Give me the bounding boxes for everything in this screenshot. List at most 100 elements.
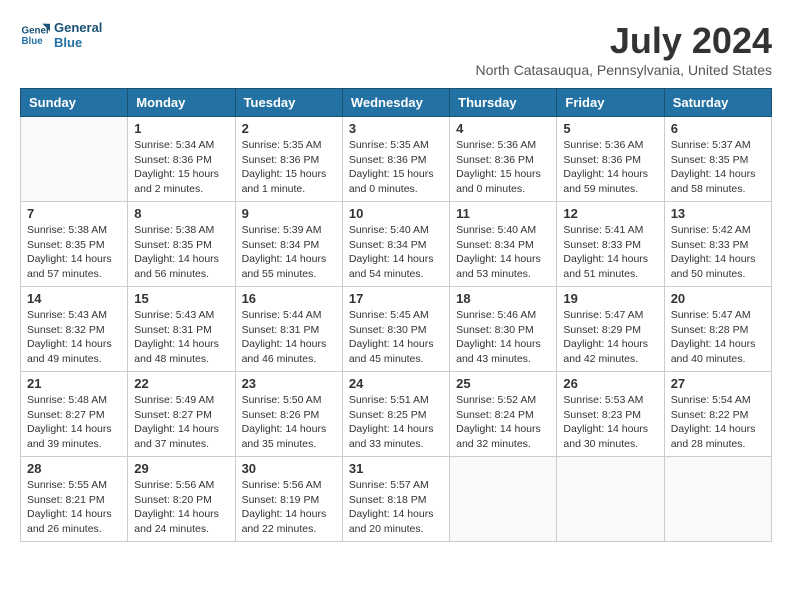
day-info: Sunrise: 5:35 AMSunset: 8:36 PMDaylight:…: [242, 138, 336, 197]
calendar-cell: 11 Sunrise: 5:40 AMSunset: 8:34 PMDayligh…: [450, 202, 557, 287]
day-info: Sunrise: 5:40 AMSunset: 8:34 PMDaylight:…: [456, 223, 550, 282]
day-number: 26: [563, 376, 657, 391]
day-info: Sunrise: 5:57 AMSunset: 8:18 PMDaylight:…: [349, 478, 443, 537]
day-number: 19: [563, 291, 657, 306]
day-info: Sunrise: 5:52 AMSunset: 8:24 PMDaylight:…: [456, 393, 550, 452]
day-info: Sunrise: 5:38 AMSunset: 8:35 PMDaylight:…: [134, 223, 228, 282]
page-header: General Blue General Blue July 2024 Nort…: [20, 20, 772, 78]
calendar-cell: 31 Sunrise: 5:57 AMSunset: 8:18 PMDayligh…: [342, 457, 449, 542]
week-row-5: 28 Sunrise: 5:55 AMSunset: 8:21 PMDayligh…: [21, 457, 772, 542]
day-number: 11: [456, 206, 550, 221]
calendar-cell: 1 Sunrise: 5:34 AMSunset: 8:36 PMDaylight…: [128, 117, 235, 202]
day-info: Sunrise: 5:43 AMSunset: 8:32 PMDaylight:…: [27, 308, 121, 367]
day-info: Sunrise: 5:34 AMSunset: 8:36 PMDaylight:…: [134, 138, 228, 197]
day-number: 2: [242, 121, 336, 136]
calendar-cell: [21, 117, 128, 202]
day-number: 31: [349, 461, 443, 476]
day-info: Sunrise: 5:39 AMSunset: 8:34 PMDaylight:…: [242, 223, 336, 282]
day-info: Sunrise: 5:42 AMSunset: 8:33 PMDaylight:…: [671, 223, 765, 282]
calendar-cell: 12 Sunrise: 5:41 AMSunset: 8:33 PMDayligh…: [557, 202, 664, 287]
day-info: Sunrise: 5:36 AMSunset: 8:36 PMDaylight:…: [456, 138, 550, 197]
calendar-cell: 23 Sunrise: 5:50 AMSunset: 8:26 PMDayligh…: [235, 372, 342, 457]
day-number: 25: [456, 376, 550, 391]
day-info: Sunrise: 5:43 AMSunset: 8:31 PMDaylight:…: [134, 308, 228, 367]
day-number: 6: [671, 121, 765, 136]
day-number: 7: [27, 206, 121, 221]
logo-subtext: Blue: [54, 35, 102, 50]
day-info: Sunrise: 5:37 AMSunset: 8:35 PMDaylight:…: [671, 138, 765, 197]
day-number: 23: [242, 376, 336, 391]
week-row-3: 14 Sunrise: 5:43 AMSunset: 8:32 PMDayligh…: [21, 287, 772, 372]
day-info: Sunrise: 5:41 AMSunset: 8:33 PMDaylight:…: [563, 223, 657, 282]
day-number: 17: [349, 291, 443, 306]
location-subtitle: North Catasauqua, Pennsylvania, United S…: [475, 62, 772, 78]
day-info: Sunrise: 5:48 AMSunset: 8:27 PMDaylight:…: [27, 393, 121, 452]
calendar-cell: 26Sunrise: 5:53 AMSunset: 8:23 PMDayligh…: [557, 372, 664, 457]
calendar-cell: [664, 457, 771, 542]
title-block: July 2024 North Catasauqua, Pennsylvania…: [475, 20, 772, 78]
day-number: 14: [27, 291, 121, 306]
column-header-monday: Monday: [128, 89, 235, 117]
day-number: 8: [134, 206, 228, 221]
calendar-cell: 28 Sunrise: 5:55 AMSunset: 8:21 PMDayligh…: [21, 457, 128, 542]
day-info: Sunrise: 5:51 AMSunset: 8:25 PMDaylight:…: [349, 393, 443, 452]
calendar-cell: 20Sunrise: 5:47 AMSunset: 8:28 PMDayligh…: [664, 287, 771, 372]
calendar-cell: 15Sunrise: 5:43 AMSunset: 8:31 PMDayligh…: [128, 287, 235, 372]
logo: General Blue General Blue: [20, 20, 102, 50]
day-number: 18: [456, 291, 550, 306]
day-number: 13: [671, 206, 765, 221]
column-header-friday: Friday: [557, 89, 664, 117]
day-info: Sunrise: 5:50 AMSunset: 8:26 PMDaylight:…: [242, 393, 336, 452]
calendar-cell: [450, 457, 557, 542]
calendar-cell: [557, 457, 664, 542]
calendar-cell: 19 Sunrise: 5:47 AMSunset: 8:29 PMDayligh…: [557, 287, 664, 372]
calendar-table: SundayMondayTuesdayWednesdayThursdayFrid…: [20, 88, 772, 542]
calendar-cell: 24Sunrise: 5:51 AMSunset: 8:25 PMDayligh…: [342, 372, 449, 457]
calendar-cell: 17 Sunrise: 5:45 AMSunset: 8:30 PMDayligh…: [342, 287, 449, 372]
column-header-wednesday: Wednesday: [342, 89, 449, 117]
calendar-cell: 3Sunrise: 5:35 AMSunset: 8:36 PMDaylight…: [342, 117, 449, 202]
day-info: Sunrise: 5:54 AMSunset: 8:22 PMDaylight:…: [671, 393, 765, 452]
day-number: 1: [134, 121, 228, 136]
day-number: 21: [27, 376, 121, 391]
day-number: 9: [242, 206, 336, 221]
calendar-cell: 14 Sunrise: 5:43 AMSunset: 8:32 PMDayligh…: [21, 287, 128, 372]
svg-text:General: General: [22, 26, 51, 37]
calendar-cell: 8 Sunrise: 5:38 AMSunset: 8:35 PMDaylight…: [128, 202, 235, 287]
column-header-saturday: Saturday: [664, 89, 771, 117]
day-number: 12: [563, 206, 657, 221]
day-info: Sunrise: 5:56 AMSunset: 8:19 PMDaylight:…: [242, 478, 336, 537]
day-number: 28: [27, 461, 121, 476]
day-info: Sunrise: 5:45 AMSunset: 8:30 PMDaylight:…: [349, 308, 443, 367]
day-info: Sunrise: 5:55 AMSunset: 8:21 PMDaylight:…: [27, 478, 121, 537]
day-info: Sunrise: 5:47 AMSunset: 8:29 PMDaylight:…: [563, 308, 657, 367]
month-year-title: July 2024: [475, 20, 772, 62]
calendar-cell: 13 Sunrise: 5:42 AMSunset: 8:33 PMDayligh…: [664, 202, 771, 287]
calendar-cell: 9 Sunrise: 5:39 AMSunset: 8:34 PMDaylight…: [235, 202, 342, 287]
day-number: 29: [134, 461, 228, 476]
calendar-cell: 29Sunrise: 5:56 AMSunset: 8:20 PMDayligh…: [128, 457, 235, 542]
column-header-sunday: Sunday: [21, 89, 128, 117]
calendar-cell: 10 Sunrise: 5:40 AMSunset: 8:34 PMDayligh…: [342, 202, 449, 287]
day-number: 22: [134, 376, 228, 391]
calendar-cell: 18 Sunrise: 5:46 AMSunset: 8:30 PMDayligh…: [450, 287, 557, 372]
calendar-cell: 27 Sunrise: 5:54 AMSunset: 8:22 PMDayligh…: [664, 372, 771, 457]
day-number: 4: [456, 121, 550, 136]
day-info: Sunrise: 5:35 AMSunset: 8:36 PMDaylight:…: [349, 138, 443, 197]
svg-text:Blue: Blue: [22, 36, 44, 47]
calendar-cell: 6 Sunrise: 5:37 AMSunset: 8:35 PMDaylight…: [664, 117, 771, 202]
logo-text: General: [54, 20, 102, 35]
day-number: 27: [671, 376, 765, 391]
calendar-cell: 7Sunrise: 5:38 AMSunset: 8:35 PMDaylight…: [21, 202, 128, 287]
day-number: 5: [563, 121, 657, 136]
day-info: Sunrise: 5:40 AMSunset: 8:34 PMDaylight:…: [349, 223, 443, 282]
day-info: Sunrise: 5:49 AMSunset: 8:27 PMDaylight:…: [134, 393, 228, 452]
calendar-cell: 21 Sunrise: 5:48 AMSunset: 8:27 PMDayligh…: [21, 372, 128, 457]
week-row-1: 1 Sunrise: 5:34 AMSunset: 8:36 PMDaylight…: [21, 117, 772, 202]
calendar-cell: 16Sunrise: 5:44 AMSunset: 8:31 PMDayligh…: [235, 287, 342, 372]
day-info: Sunrise: 5:46 AMSunset: 8:30 PMDaylight:…: [456, 308, 550, 367]
week-row-2: 7 Sunrise: 5:38 AMSunset: 8:35 PMDaylight…: [21, 202, 772, 287]
day-number: 10: [349, 206, 443, 221]
calendar-cell: 5Sunrise: 5:36 AMSunset: 8:36 PMDaylight…: [557, 117, 664, 202]
day-info: Sunrise: 5:44 AMSunset: 8:31 PMDaylight:…: [242, 308, 336, 367]
